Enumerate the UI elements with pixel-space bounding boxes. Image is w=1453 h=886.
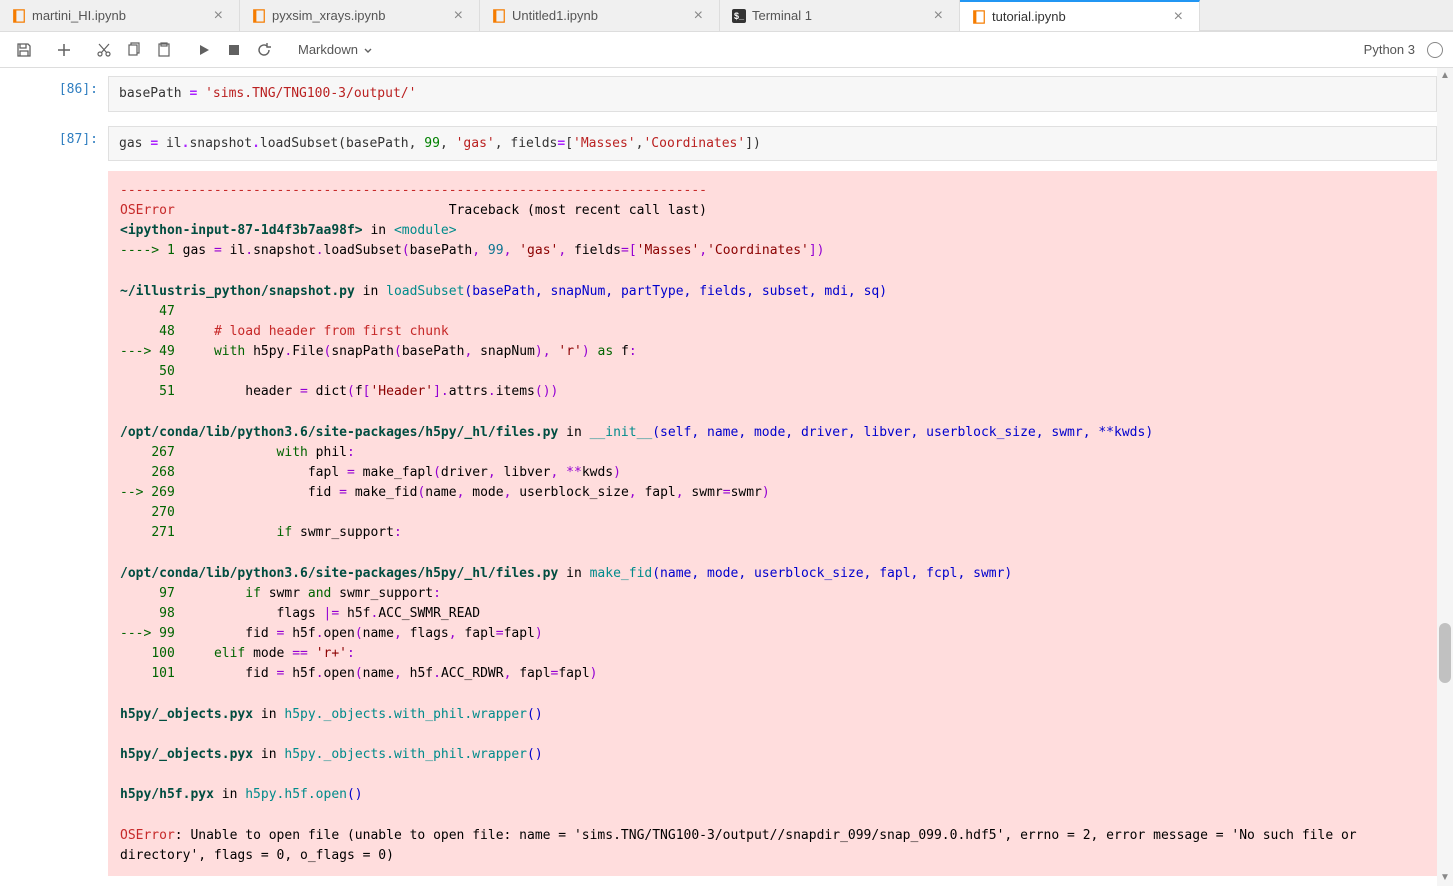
kernel-name[interactable]: Python 3 xyxy=(1364,42,1415,57)
cell-prompt: [87]: xyxy=(8,126,108,162)
tab-tutorial[interactable]: tutorial.ipynb × xyxy=(960,0,1200,31)
cell-type-select[interactable]: Markdown xyxy=(290,38,382,61)
tab-label: Terminal 1 xyxy=(752,8,930,23)
tab-terminal[interactable]: $_ Terminal 1 × xyxy=(720,0,960,31)
scroll-up-icon[interactable]: ▲ xyxy=(1437,68,1453,84)
notebook-icon xyxy=(12,9,26,23)
chevron-down-icon xyxy=(362,44,374,56)
terminal-icon: $_ xyxy=(732,9,746,23)
cell-input[interactable]: basePath = 'sims.TNG/TNG100-3/output/' xyxy=(108,76,1437,112)
cell-input[interactable]: gas = il.snapshot.loadSubset(basePath, 9… xyxy=(108,126,1437,162)
tabs-bar: martini_HI.ipynb × pyxsim_xrays.ipynb × … xyxy=(0,0,1453,32)
scroll-thumb[interactable] xyxy=(1439,623,1451,683)
tab-label: Untitled1.ipynb xyxy=(512,8,690,23)
add-cell-button[interactable] xyxy=(50,36,78,64)
save-button[interactable] xyxy=(10,36,38,64)
tab-pyxsim[interactable]: pyxsim_xrays.ipynb × xyxy=(240,0,480,31)
tab-label: tutorial.ipynb xyxy=(992,9,1170,24)
scroll-down-icon[interactable]: ▼ xyxy=(1437,870,1453,886)
cell-type-label: Markdown xyxy=(298,42,358,57)
output-prompt xyxy=(8,171,108,876)
code-cell[interactable]: [86]: basePath = 'sims.TNG/TNG100-3/outp… xyxy=(8,76,1437,112)
close-icon[interactable]: × xyxy=(930,7,947,25)
paste-button[interactable] xyxy=(150,36,178,64)
restart-button[interactable] xyxy=(250,36,278,64)
scrollbar[interactable]: ▲ ▼ xyxy=(1437,68,1453,886)
code-cell[interactable]: [87]: gas = il.snapshot.loadSubset(baseP… xyxy=(8,126,1437,162)
close-icon[interactable]: × xyxy=(450,7,467,25)
tab-label: martini_HI.ipynb xyxy=(32,8,210,23)
close-icon[interactable]: × xyxy=(210,7,227,25)
tab-label: pyxsim_xrays.ipynb xyxy=(272,8,450,23)
copy-button[interactable] xyxy=(120,36,148,64)
cell-prompt: [86]: xyxy=(8,76,108,112)
kernel-status-icon[interactable] xyxy=(1427,42,1443,58)
run-button[interactable] xyxy=(190,36,218,64)
notebook-icon xyxy=(252,9,266,23)
toolbar: Markdown Python 3 xyxy=(0,32,1453,68)
tab-filler xyxy=(1200,0,1453,31)
tab-martini[interactable]: martini_HI.ipynb × xyxy=(0,0,240,31)
tab-untitled[interactable]: Untitled1.ipynb × xyxy=(480,0,720,31)
cut-button[interactable] xyxy=(90,36,118,64)
close-icon[interactable]: × xyxy=(1170,8,1187,26)
cell-output: ----------------------------------------… xyxy=(8,171,1437,876)
notebook-area[interactable]: [86]: basePath = 'sims.TNG/TNG100-3/outp… xyxy=(0,68,1453,886)
notebook-icon xyxy=(972,10,986,24)
error-traceback[interactable]: ----------------------------------------… xyxy=(108,171,1437,876)
notebook-icon xyxy=(492,9,506,23)
stop-button[interactable] xyxy=(220,36,248,64)
close-icon[interactable]: × xyxy=(690,7,707,25)
